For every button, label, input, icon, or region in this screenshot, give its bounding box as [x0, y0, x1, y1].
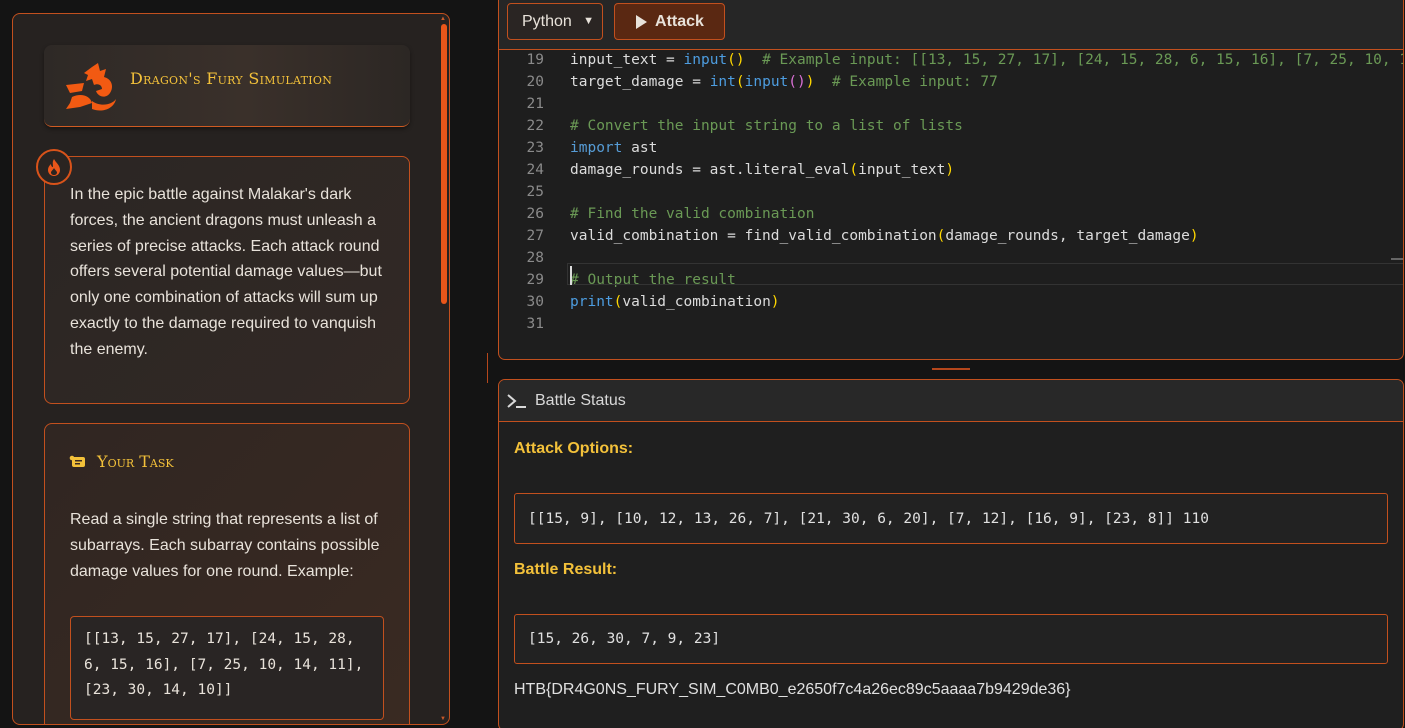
scroll-down-arrow-icon[interactable]: ▼ [440, 716, 446, 722]
terminal-icon [507, 393, 526, 408]
panel-divider[interactable] [487, 353, 488, 383]
code-editor[interactable]: Python ▼ Attack 19 20 21 22 23 24 25 26 … [498, 0, 1404, 360]
play-icon [636, 14, 648, 29]
task-text: Read a single string that represents a l… [70, 511, 380, 580]
line-number: 28 [526, 250, 544, 266]
info-panel: ▲ ▼ Dragon's Fury Simulation In the epic… [12, 13, 450, 725]
attack-options-label: Attack Options: [514, 440, 634, 457]
line-number: 22 [526, 118, 544, 134]
battle-result-label: Battle Result: [514, 561, 618, 578]
language-value: Python [522, 12, 572, 30]
fire-icon [48, 158, 60, 176]
page-title: Dragon's Fury Simulation [130, 69, 333, 88]
story-text: In the epic battle against Malakar's dar… [70, 186, 382, 358]
code-line: damage_rounds = ast.literal_eval(input_t… [570, 162, 955, 178]
language-select[interactable]: Python ▼ [507, 3, 603, 40]
line-number: 26 [526, 206, 544, 222]
line-number: 29 [526, 272, 544, 288]
battle-result-output: [15, 26, 30, 7, 9, 23] [514, 614, 1388, 664]
line-number: 20 [526, 74, 544, 90]
scroll-up-arrow-icon[interactable]: ▲ [440, 16, 446, 22]
code-line: valid_combination = find_valid_combinati… [570, 228, 1199, 244]
line-number: 30 [526, 294, 544, 310]
battle-status-panel: Battle Status Attack Options: [[15, 9], … [498, 379, 1404, 728]
current-line-highlight [567, 263, 1403, 285]
text-cursor [570, 266, 572, 285]
line-number: 19 [526, 52, 544, 68]
code-line: import ast [570, 140, 658, 156]
line-number: 24 [526, 162, 544, 178]
line-number: 31 [526, 316, 544, 332]
scrollbar-thumb[interactable] [441, 24, 447, 304]
line-number: 27 [526, 228, 544, 244]
battle-status-header: Battle Status [499, 380, 1403, 422]
task-header: Your Task [69, 452, 174, 471]
line-number: 23 [526, 140, 544, 156]
code-line: # Find the valid combination [570, 206, 815, 222]
battle-status-title: Battle Status [535, 391, 626, 409]
flag-text: HTB{DR4G0NS_FURY_SIM_C0MB0_e2650f7c4a26e… [514, 681, 1071, 698]
editor-toolbar: Python ▼ Attack [499, 0, 1403, 50]
code-line: target_damage = int(input()) # Example i… [570, 74, 998, 90]
attack-button[interactable]: Attack [614, 3, 725, 40]
resize-handle[interactable] [932, 368, 970, 370]
line-number: 25 [526, 184, 544, 200]
attack-button-label: Attack [655, 12, 704, 30]
editor-scroll-indicator[interactable] [1391, 258, 1403, 260]
chevron-down-icon: ▼ [583, 15, 594, 27]
attack-options-output: [[15, 9], [10, 12, 13, 26, 7], [21, 30, … [514, 493, 1388, 544]
panel-scrollbar[interactable] [441, 24, 447, 720]
scroll-icon [69, 455, 85, 467]
code-line: input_text = input() # Example input: [[… [570, 52, 1403, 68]
title-card: Dragon's Fury Simulation [44, 45, 410, 127]
story-card: In the epic battle against Malakar's dar… [36, 149, 410, 404]
task-title: Your Task [97, 452, 174, 471]
code-line: # Convert the input string to a list of … [570, 118, 963, 134]
task-card: Your Task Read a single string that repr… [44, 423, 410, 724]
fire-badge [36, 149, 72, 185]
code-line: print(valid_combination) [570, 294, 780, 310]
example-code-block: [[13, 15, 27, 17], [24, 15, 28, 6, 15, 1… [70, 616, 384, 720]
line-number: 21 [526, 96, 544, 112]
dragon-icon [66, 63, 116, 111]
